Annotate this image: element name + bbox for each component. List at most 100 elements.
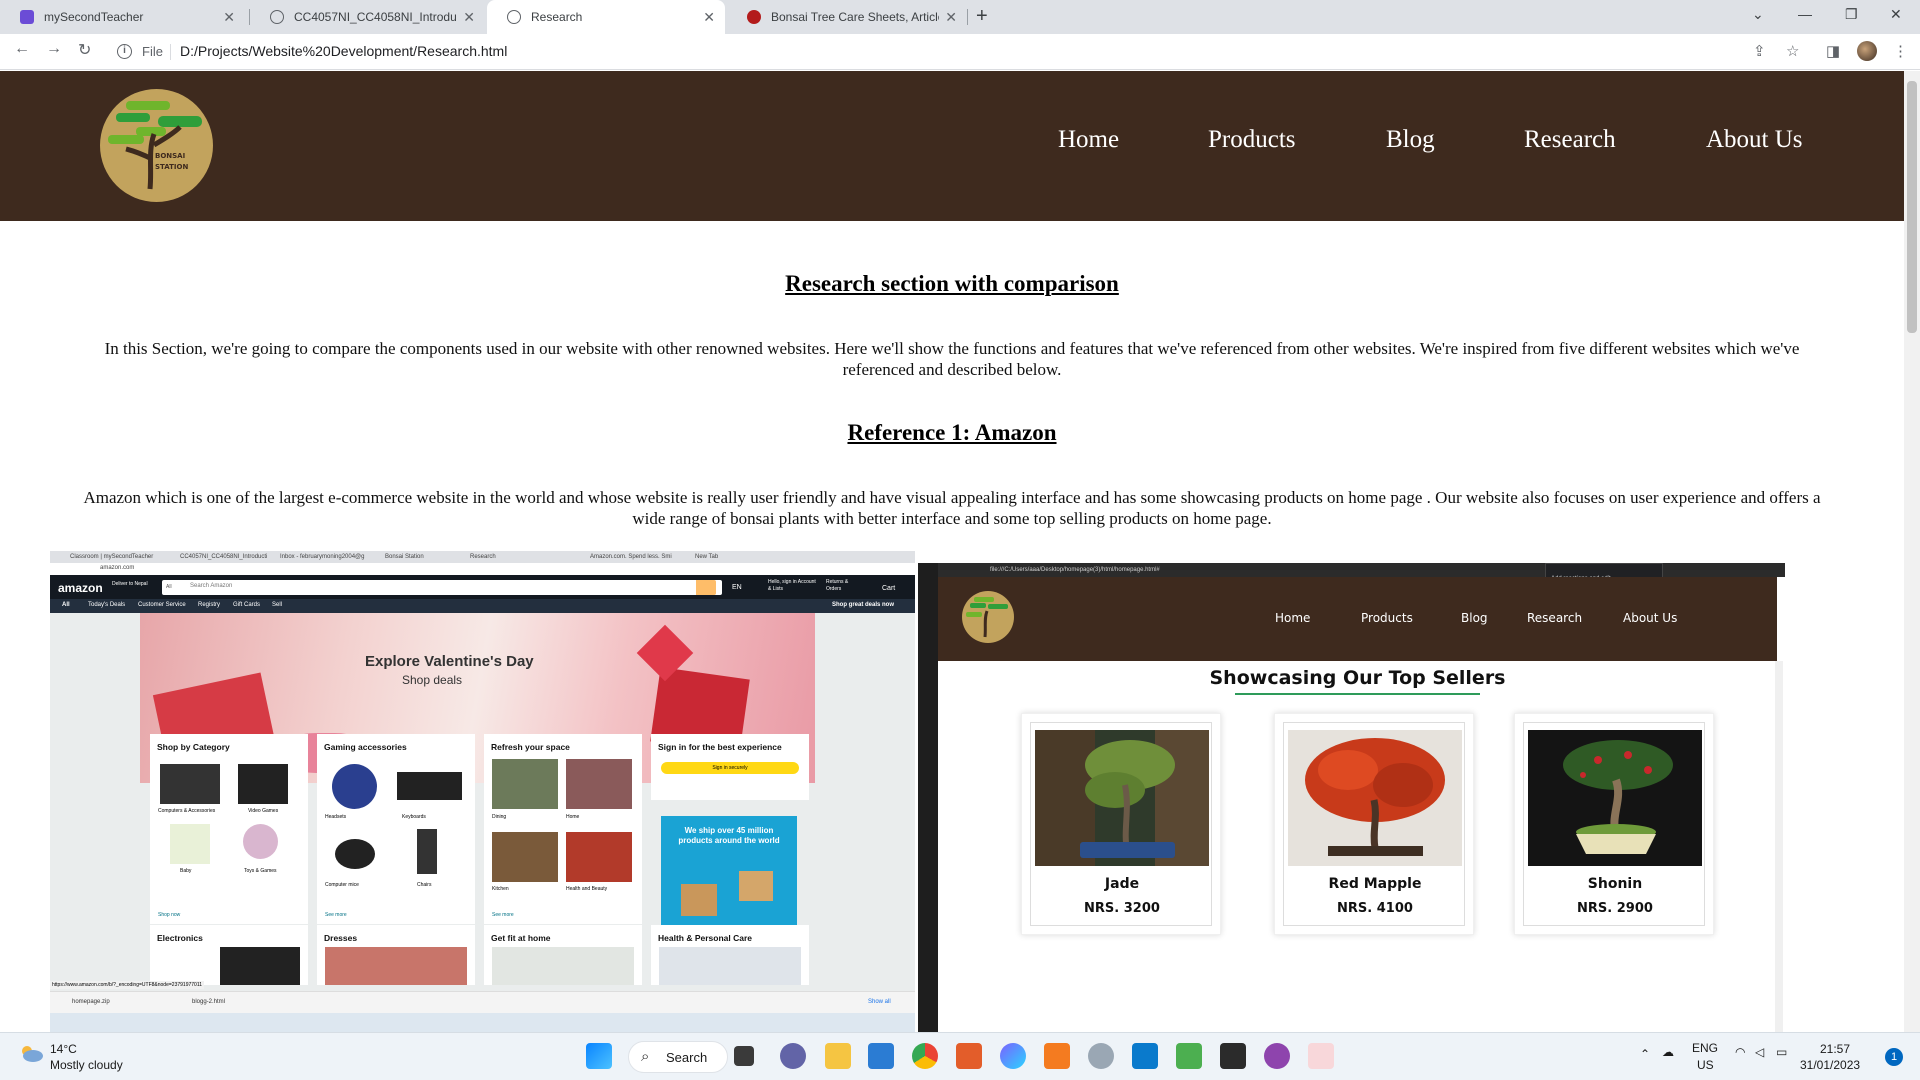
computer-thumb (160, 764, 220, 804)
own-shot-nav-research: Research (1527, 611, 1583, 625)
close-window-icon[interactable]: ✕ (1890, 6, 1902, 23)
toys-thumb (243, 824, 278, 859)
volume-icon[interactable]: ◁ (1755, 1045, 1764, 1059)
product-card-red-mapple: Red Mapple NRS. 4100 (1274, 713, 1474, 935)
tab-cc4057ni[interactable]: CC4057NI_CC4058NI_Introductio ✕ (250, 0, 485, 34)
task-view-icon[interactable] (734, 1046, 754, 1066)
fitness-thumb (492, 947, 634, 985)
microsoft-store-icon[interactable] (868, 1043, 894, 1069)
copilot-icon[interactable] (1000, 1043, 1026, 1069)
download-item: blogg-2.html (192, 999, 226, 1005)
nav-home[interactable]: Home (1058, 126, 1119, 154)
bookmark-star-icon[interactable]: ☆ (1786, 42, 1799, 60)
forward-arrow-icon[interactable]: → (46, 40, 62, 58)
sign-in-button: Sign in securely (661, 762, 799, 774)
vscode-icon[interactable] (1132, 1043, 1158, 1069)
share-icon[interactable]: ⇪ (1753, 42, 1766, 60)
close-tab-icon[interactable]: ✕ (703, 9, 715, 26)
amazon-lang: EN (732, 584, 742, 591)
amazon-subnav-item: All (62, 602, 70, 608)
tab-research[interactable]: Research ✕ (487, 0, 725, 34)
bonsai-tree-icon (966, 597, 1008, 638)
amazon-subnav-item: Gift Cards (233, 602, 261, 608)
own-shot-header: Home Products Blog Research About Us (938, 577, 1777, 661)
amazon-card-electronics: Electronics (150, 925, 308, 985)
teams-chat-icon[interactable] (780, 1043, 806, 1069)
nav-blog[interactable]: Blog (1386, 126, 1435, 154)
file-explorer-icon[interactable] (825, 1043, 851, 1069)
tray-chevron-icon[interactable]: ⌃ (1640, 1047, 1650, 1061)
back-arrow-icon[interactable]: ← (14, 40, 30, 58)
shonin-bonsai-image (1528, 730, 1702, 866)
bonsai-station-logo[interactable]: BONSAI STATION (100, 89, 213, 202)
address-field[interactable]: D:/Projects/Website%20Development/Resear… (180, 43, 507, 59)
profile-avatar[interactable] (1857, 41, 1877, 61)
taskbar-search[interactable]: ⌕ Search (628, 1041, 728, 1073)
card-link: See more (492, 912, 514, 918)
close-tab-icon[interactable]: ✕ (463, 9, 475, 26)
page-scrollbar[interactable] (1904, 71, 1920, 1032)
site-header: BONSAI STATION Home Products Blog Resear… (0, 71, 1904, 221)
amazon-shot-tab: Amazon.com. Spend less. Smi (590, 554, 672, 560)
terminal-icon[interactable] (1220, 1043, 1246, 1069)
own-shot-nav-about-us: About Us (1623, 611, 1678, 625)
side-panel-icon[interactable]: ◨ (1826, 42, 1840, 60)
nav-about-us[interactable]: About Us (1706, 126, 1803, 154)
nav-products[interactable]: Products (1208, 126, 1296, 154)
amazon-logo: amazon (58, 581, 103, 595)
weather-temperature[interactable]: 14°C (50, 1042, 77, 1056)
thumb-label: Headsets (325, 814, 347, 820)
url-separator (170, 44, 171, 60)
reload-icon[interactable]: ↻ (78, 40, 91, 60)
xampp-control-icon[interactable] (1044, 1043, 1070, 1069)
own-shot-section-title: Showcasing Our Top Sellers (1209, 667, 1506, 689)
keyboard-thumb (397, 772, 462, 800)
amazon-shot-taskbar (50, 1013, 915, 1032)
close-tab-icon[interactable]: ✕ (945, 9, 957, 26)
thumb-label: Kitchen (492, 886, 509, 892)
chrome-icon[interactable] (912, 1043, 938, 1069)
menu-kebab-icon[interactable]: ⋮ (1893, 42, 1908, 60)
tab-bonsai-tree-care[interactable]: Bonsai Tree Care Sheets, Articles ✕ (727, 0, 967, 34)
notification-badge[interactable]: 1 (1885, 1048, 1903, 1066)
clock-time[interactable]: 21:57 (1800, 1042, 1850, 1056)
language-region[interactable]: US (1697, 1058, 1714, 1072)
app-icon[interactable] (1176, 1043, 1202, 1069)
amazon-card-refresh: Refresh your space Dining Home Kitchen H… (484, 734, 642, 924)
amazon-orders: Returns & Orders (826, 579, 849, 592)
bonsai-tree-icon (108, 101, 202, 190)
wifi-icon[interactable]: ◠ (1735, 1045, 1745, 1059)
language-indicator[interactable]: ENG (1692, 1041, 1718, 1055)
onedrive-icon[interactable]: ☁ (1662, 1045, 1674, 1059)
app-icon[interactable] (1088, 1043, 1114, 1069)
new-tab-icon[interactable]: + (976, 5, 988, 28)
electronics-thumb (220, 947, 300, 985)
xampp-icon[interactable] (956, 1043, 982, 1069)
box-icon (739, 871, 773, 901)
app-icon[interactable] (1308, 1043, 1334, 1069)
close-tab-icon[interactable]: ✕ (223, 9, 235, 26)
baby-thumb (170, 824, 210, 864)
thumb-label: Computer mice (325, 882, 359, 888)
card-title: Electronics (157, 933, 203, 943)
tab-mysecondteacher[interactable]: mySecondTeacher ✕ (0, 0, 245, 34)
cloudy-weather-icon[interactable] (18, 1043, 44, 1063)
page-scrollbar-thumb[interactable] (1907, 81, 1917, 333)
section-title: Research section with comparison (785, 271, 1119, 296)
own-shot-nav-products: Products (1361, 611, 1413, 625)
amazon-card-sign-in: Sign in for the best experience Sign in … (651, 734, 809, 800)
maximize-icon[interactable]: ❐ (1845, 6, 1858, 23)
minimize-icon[interactable]: — (1798, 6, 1812, 22)
mysecondteacher-favicon-icon (20, 10, 34, 24)
tab-search-chevron-icon[interactable]: ⌄ (1752, 6, 1764, 23)
battery-icon[interactable]: ▭ (1776, 1045, 1787, 1059)
browser-toolbar: ← → ↻ i File D:/Projects/Website%20Devel… (0, 34, 1920, 70)
github-desktop-icon[interactable] (1264, 1043, 1290, 1069)
site-info-icon[interactable]: i (117, 44, 132, 59)
beauty-thumb (566, 832, 632, 882)
amazon-card-shop-by-category: Shop by Category Computers & Accessories… (150, 734, 308, 924)
windows-start-icon[interactable] (586, 1043, 612, 1069)
weather-description[interactable]: Mostly cloudy (50, 1058, 123, 1072)
clock-date[interactable]: 31/01/2023 (1800, 1058, 1860, 1072)
nav-research[interactable]: Research (1524, 126, 1616, 154)
